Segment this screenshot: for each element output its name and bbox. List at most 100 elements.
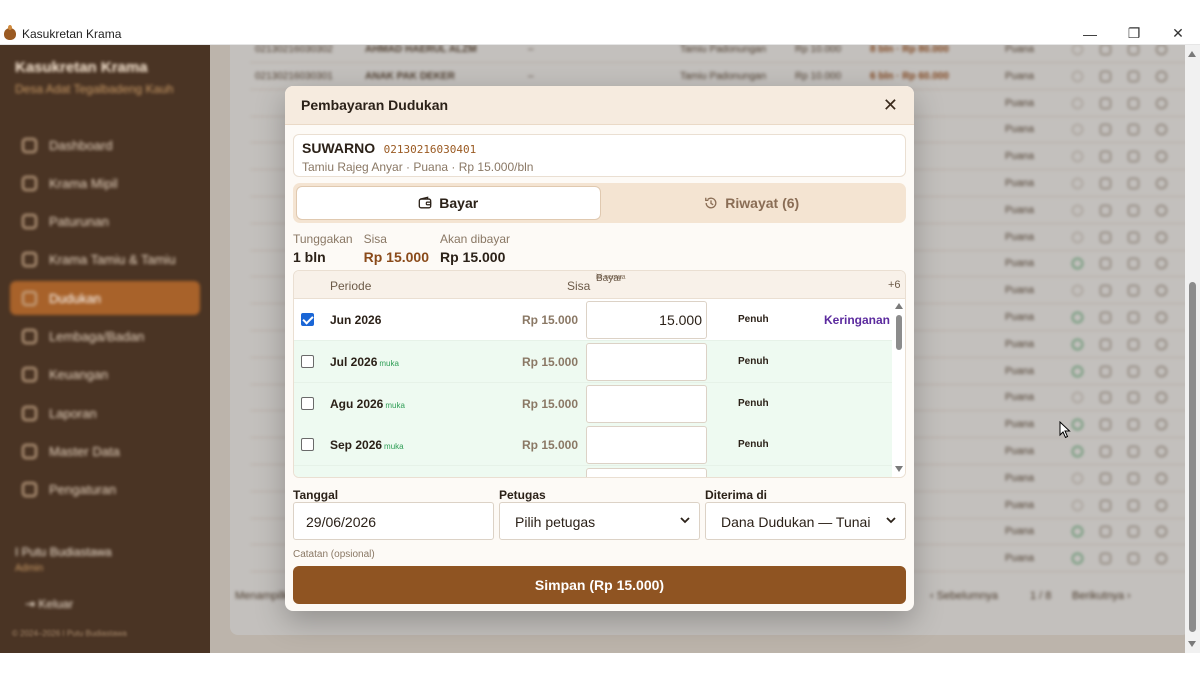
period-row-partial: [294, 466, 892, 477]
summary-label: Akan dibayar: [439, 232, 511, 246]
period-table: Periode Sisa Bayar isi semua +6 Jun 2026 R…: [293, 270, 906, 478]
scroll-up-arrow-icon[interactable]: [1188, 51, 1196, 57]
period-sisa: Rp 15.000: [522, 313, 579, 327]
sidebar-nav: Dashboard Krama Mipil Paturunan Krama Tamiu…: [10, 128, 200, 507]
nav-icon: [22, 137, 37, 153]
nav-icon: [22, 290, 37, 306]
header-bayar[interactable]: Bayar isi semua: [596, 274, 626, 284]
bayar-input[interactable]: [586, 384, 707, 423]
period-cell: Sep 2026 muka: [330, 438, 404, 452]
sidebar-user-role: Admin: [15, 563, 44, 574]
tanggal-input[interactable]: 29/06/2026: [293, 502, 494, 540]
period-checkbox[interactable]: [301, 313, 314, 326]
history-icon: [705, 197, 717, 209]
period-row: Jun 2026 Rp 15.000 15.000 Penuh Keringanan: [294, 299, 892, 341]
sidebar-item-label: Master Data: [49, 443, 120, 459]
sidebar-copyright: © 2024–2026 I Putu Budiastawa: [12, 629, 127, 638]
sidebar-item-keuangan[interactable]: Keuangan: [10, 358, 200, 392]
modal-title: Pembayaran Dudukan: [301, 97, 449, 113]
sidebar-item-label: Lembaga/Badan: [49, 328, 145, 344]
nav-icon: [22, 405, 37, 421]
penuh-button[interactable]: Penuh: [738, 356, 769, 367]
advance-badge: muka: [385, 400, 405, 410]
header-periode: Periode: [330, 279, 372, 293]
tanggal-value: 29/06/2026: [306, 514, 377, 530]
sidebar-item-master-data[interactable]: Master Data: [10, 434, 200, 468]
window-scrollbar[interactable]: [1185, 45, 1200, 653]
sidebar-item-label: Pengaturan: [49, 482, 117, 498]
period-table-header: Periode Sisa Bayar isi semua +6: [294, 271, 905, 299]
summary-label: Sisa: [363, 232, 387, 246]
period-cell: Agu 2026 muka: [330, 397, 405, 411]
sidebar-item-dudukan[interactable]: Dudukan: [10, 281, 200, 316]
scroll-down-arrow-icon[interactable]: [1188, 641, 1196, 647]
period-sisa: Rp 15.000: [522, 354, 579, 369]
more-periods-button[interactable]: +6: [888, 279, 901, 291]
logout-button[interactable]: ⇥ Keluar: [25, 597, 73, 611]
scrollbar-thumb[interactable]: [1189, 282, 1196, 632]
period-checkbox[interactable]: [301, 396, 314, 410]
sidebar-item-krama-tamiu-tamiu[interactable]: Krama Tamiu & Tamiu: [10, 243, 200, 277]
period-checkbox[interactable]: [301, 438, 314, 452]
sidebar-item-label: Krama Mipil: [49, 175, 118, 191]
sidebar-item-lembaga-badan[interactable]: Lembaga/Badan: [10, 319, 200, 353]
logout-label: Keluar: [38, 597, 74, 611]
period-cell: Jul 2026 muka: [330, 355, 399, 369]
modal-header: Pembayaran Dudukan ✕: [285, 86, 914, 125]
close-modal-button[interactable]: ✕: [883, 96, 898, 114]
table-scrollbar[interactable]: [892, 299, 905, 477]
petugas-label: Petugas: [499, 488, 546, 502]
period-row: Sep 2026 muka Rp 15.000 Penuh: [294, 424, 892, 467]
sidebar-item-label: Dashboard: [49, 137, 113, 153]
bayar-input[interactable]: [586, 342, 707, 381]
sidebar-item-paturunan[interactable]: Paturunan: [10, 205, 200, 239]
diterima-select[interactable]: Dana Dudukan — Tunai: [705, 502, 906, 540]
window-titlebar: Kasukretan Krama — ❐ ✕: [0, 23, 1200, 45]
sidebar-item-label: Dudukan: [49, 290, 102, 306]
nav-icon: [22, 214, 37, 230]
tanggal-label: Tanggal: [293, 488, 339, 502]
restore-button[interactable]: ❐: [1112, 23, 1156, 45]
payment-summary: Tunggakan 1 bln Sisa Rp 15.000 Akan dibayar R…: [293, 232, 521, 265]
save-payment-button[interactable]: Simpan (Rp 15.000): [293, 566, 906, 604]
period-sisa: Rp 15.000: [522, 396, 579, 411]
catatan-toggle[interactable]: Catatan (opsional): [293, 549, 375, 560]
petugas-select[interactable]: Pilih petugas: [499, 502, 700, 540]
period-checkbox[interactable]: [301, 354, 314, 368]
advance-badge: muka: [384, 442, 404, 452]
bayar-input[interactable]: 15.000: [586, 301, 707, 339]
bayar-input[interactable]: [586, 426, 707, 465]
chevron-down-icon: [886, 517, 896, 524]
table-scroll-up-icon[interactable]: [895, 303, 903, 309]
penuh-button[interactable]: Penuh: [738, 439, 769, 450]
sidebar-item-pengaturan[interactable]: Pengaturan: [10, 473, 200, 507]
tab-riwayat[interactable]: Riwayat (6): [601, 186, 904, 220]
period-sisa: Rp 15.000: [522, 438, 579, 453]
bottom-strip: [0, 653, 1200, 675]
summary-label: Tunggakan: [293, 232, 353, 246]
period-label: Jun 2026: [330, 313, 382, 327]
keringanan-link[interactable]: Keringanan: [824, 313, 890, 327]
penuh-button[interactable]: Penuh: [738, 398, 769, 409]
tab-bayar[interactable]: Bayar: [296, 186, 601, 220]
sidebar-user-name: I Putu Budiastawa: [15, 545, 112, 559]
diterima-value: Dana Dudukan — Tunai: [721, 514, 871, 530]
wallet-icon: [418, 196, 432, 209]
table-scrollbar-thumb[interactable]: [896, 315, 902, 350]
table-scroll-down-icon[interactable]: [895, 466, 903, 472]
bayar-input[interactable]: [586, 468, 707, 477]
app-icon: [4, 24, 16, 40]
diterima-label: Diterima di: [705, 488, 768, 502]
tab-riwayat-label: Riwayat (6): [725, 195, 800, 211]
member-card: SUWARNO 02130216030401 Tamiu Rajeg Anyar…: [293, 134, 906, 177]
sidebar-item-krama-mipil[interactable]: Krama Mipil: [10, 166, 200, 200]
window-controls: — ❐ ✕: [1068, 23, 1200, 45]
penuh-button[interactable]: Penuh: [738, 314, 769, 325]
sidebar-item-dashboard[interactable]: Dashboard: [10, 128, 200, 162]
close-window-button[interactable]: ✕: [1156, 23, 1200, 45]
summary-value: Rp 15.000: [363, 249, 429, 265]
payment-modal: Pembayaran Dudukan ✕ SUWARNO 02130216030…: [285, 86, 914, 611]
sidebar-item-laporan[interactable]: Laporan: [10, 396, 200, 430]
minimize-button[interactable]: —: [1068, 23, 1112, 45]
nav-icon: [22, 175, 37, 191]
